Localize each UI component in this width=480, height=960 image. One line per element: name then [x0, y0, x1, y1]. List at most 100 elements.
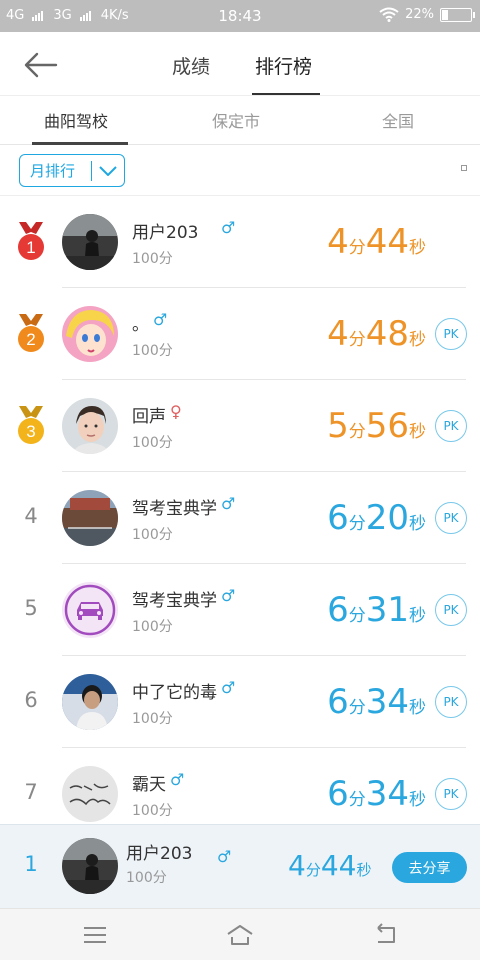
active-subtab-indicator — [32, 142, 128, 145]
pk-button[interactable]: PK — [435, 778, 467, 810]
system-nav-bar — [0, 908, 480, 960]
tab-school[interactable]: 曲阳驾校 — [44, 108, 108, 132]
username: 中了它的毒 — [132, 683, 217, 703]
time-minute-unit: 分 — [348, 698, 366, 718]
completion-time: 6 分 31 秒 — [327, 590, 426, 630]
time-minutes: 6 — [327, 682, 349, 722]
small-square-icon — [461, 165, 467, 171]
male-icon: ♂ — [170, 770, 185, 789]
battery-icon — [440, 7, 475, 22]
user-score: 100分 — [132, 619, 173, 635]
completion-time: 4 分 48 秒 — [327, 314, 426, 354]
time-minutes: 5 — [327, 406, 349, 446]
user-avatar[interactable] — [62, 214, 118, 270]
time-minute-unit: 分 — [348, 238, 366, 258]
time-second-unit: 秒 — [409, 238, 426, 258]
medal-icon: 1 — [18, 222, 44, 260]
share-button[interactable]: 去分享 — [392, 852, 467, 883]
user-avatar[interactable] — [62, 582, 118, 638]
my-time-seconds: 44 — [320, 849, 357, 882]
rank-number: 7 — [24, 780, 38, 804]
user-score: 100分 — [132, 435, 173, 451]
username: 霸天 — [132, 775, 166, 795]
ranking-row[interactable]: 1 用户203 ♂ 100分 4 分 44 秒 — [0, 196, 480, 288]
ranking-row[interactable]: 3 回声 ♀ 100分 5 分 56 秒 PK — [0, 380, 480, 472]
medal-icon: 3 — [18, 406, 44, 444]
period-dropdown[interactable]: 月排行 — [19, 154, 125, 187]
wifi-icon — [379, 7, 399, 22]
time-minutes: 4 — [327, 222, 349, 262]
pk-button[interactable]: PK — [435, 594, 467, 626]
battery-percent: 22% — [405, 7, 434, 22]
rank-number: 4 — [24, 504, 38, 528]
time-minute-unit: 分 — [348, 606, 366, 626]
user-avatar[interactable] — [62, 766, 118, 822]
time-seconds: 48 — [365, 314, 409, 354]
home-icon[interactable] — [226, 922, 254, 948]
time-second-unit: 秒 — [409, 330, 426, 350]
scope-tabs: 曲阳驾校 保定市 全国 — [0, 97, 480, 145]
svg-text:3: 3 — [26, 422, 35, 441]
pk-button[interactable]: PK — [435, 686, 467, 718]
time-second-unit: 秒 — [409, 698, 426, 718]
completion-time: 4 分 44 秒 — [327, 222, 426, 262]
active-tab-indicator — [252, 93, 320, 95]
time-seconds: 34 — [365, 774, 409, 814]
rank-number: 5 — [24, 596, 38, 620]
pk-button[interactable]: PK — [435, 502, 467, 534]
tab-leaderboard[interactable]: 排行榜 — [255, 52, 312, 79]
time-seconds: 34 — [365, 682, 409, 722]
back-icon[interactable] — [372, 922, 400, 948]
male-icon: ♂ — [221, 678, 236, 697]
user-score: 100分 — [132, 343, 173, 359]
tab-city[interactable]: 保定市 — [212, 108, 260, 132]
time-second-unit: 秒 — [409, 790, 426, 810]
my-rank-bar: 1 用户203 ♂ 100分 4 分 44 秒 去分享 — [0, 824, 480, 908]
username: 。 — [132, 315, 149, 335]
male-icon: ♂ — [221, 218, 236, 237]
my-time: 4 分 44 秒 — [288, 849, 372, 882]
female-icon: ♀ — [170, 402, 182, 421]
ranking-row[interactable]: 4 驾考宝典学 ♂ 100分 6 分 20 秒 PK — [0, 472, 480, 564]
my-time-second-unit: 秒 — [356, 861, 372, 879]
completion-time: 5 分 56 秒 — [327, 406, 426, 446]
user-score: 100分 — [132, 711, 173, 727]
male-icon: ♂ — [221, 586, 236, 605]
my-score: 100分 — [126, 870, 167, 886]
time-second-unit: 秒 — [409, 422, 426, 442]
male-icon: ♂ — [221, 494, 236, 513]
user-score: 100分 — [132, 803, 173, 819]
tab-scores[interactable]: 成绩 — [172, 52, 210, 79]
time-seconds: 44 — [365, 222, 409, 262]
time-minute-unit: 分 — [348, 330, 366, 350]
user-score: 100分 — [132, 251, 173, 267]
time-minutes: 4 — [327, 314, 349, 354]
time-seconds: 31 — [365, 590, 409, 630]
user-avatar[interactable] — [62, 490, 118, 546]
time-seconds: 20 — [365, 498, 409, 538]
completion-time: 6 分 34 秒 — [327, 682, 426, 722]
my-rank-number: 1 — [24, 852, 38, 876]
my-username: 用户203 — [126, 844, 193, 864]
time-minutes: 6 — [327, 498, 349, 538]
ranking-row[interactable]: 5 驾考宝典学 ♂ 100分 6 分 31 秒 PK — [0, 564, 480, 656]
pk-button[interactable]: PK — [435, 410, 467, 442]
completion-time: 6 分 34 秒 — [327, 774, 426, 814]
male-icon: ♂ — [153, 310, 168, 329]
time-seconds: 56 — [365, 406, 409, 446]
menu-icon[interactable] — [81, 922, 109, 948]
completion-time: 6 分 20 秒 — [327, 498, 426, 538]
ranking-row[interactable]: 2 。 ♂ 100分 4 分 48 秒 PK — [0, 288, 480, 380]
svg-text:1: 1 — [26, 238, 35, 257]
pk-button[interactable]: PK — [435, 318, 467, 350]
back-arrow-icon[interactable] — [24, 52, 58, 78]
username: 回声 — [132, 407, 166, 427]
my-time-minutes: 4 — [288, 849, 306, 882]
user-avatar[interactable] — [62, 674, 118, 730]
tab-national[interactable]: 全国 — [382, 108, 414, 132]
user-avatar[interactable] — [62, 398, 118, 454]
user-avatar[interactable] — [62, 306, 118, 362]
ranking-row[interactable]: 6 中了它的毒 ♂ 100分 6 分 34 秒 PK — [0, 656, 480, 748]
time-minutes: 6 — [327, 774, 349, 814]
username: 用户203 — [132, 223, 199, 243]
